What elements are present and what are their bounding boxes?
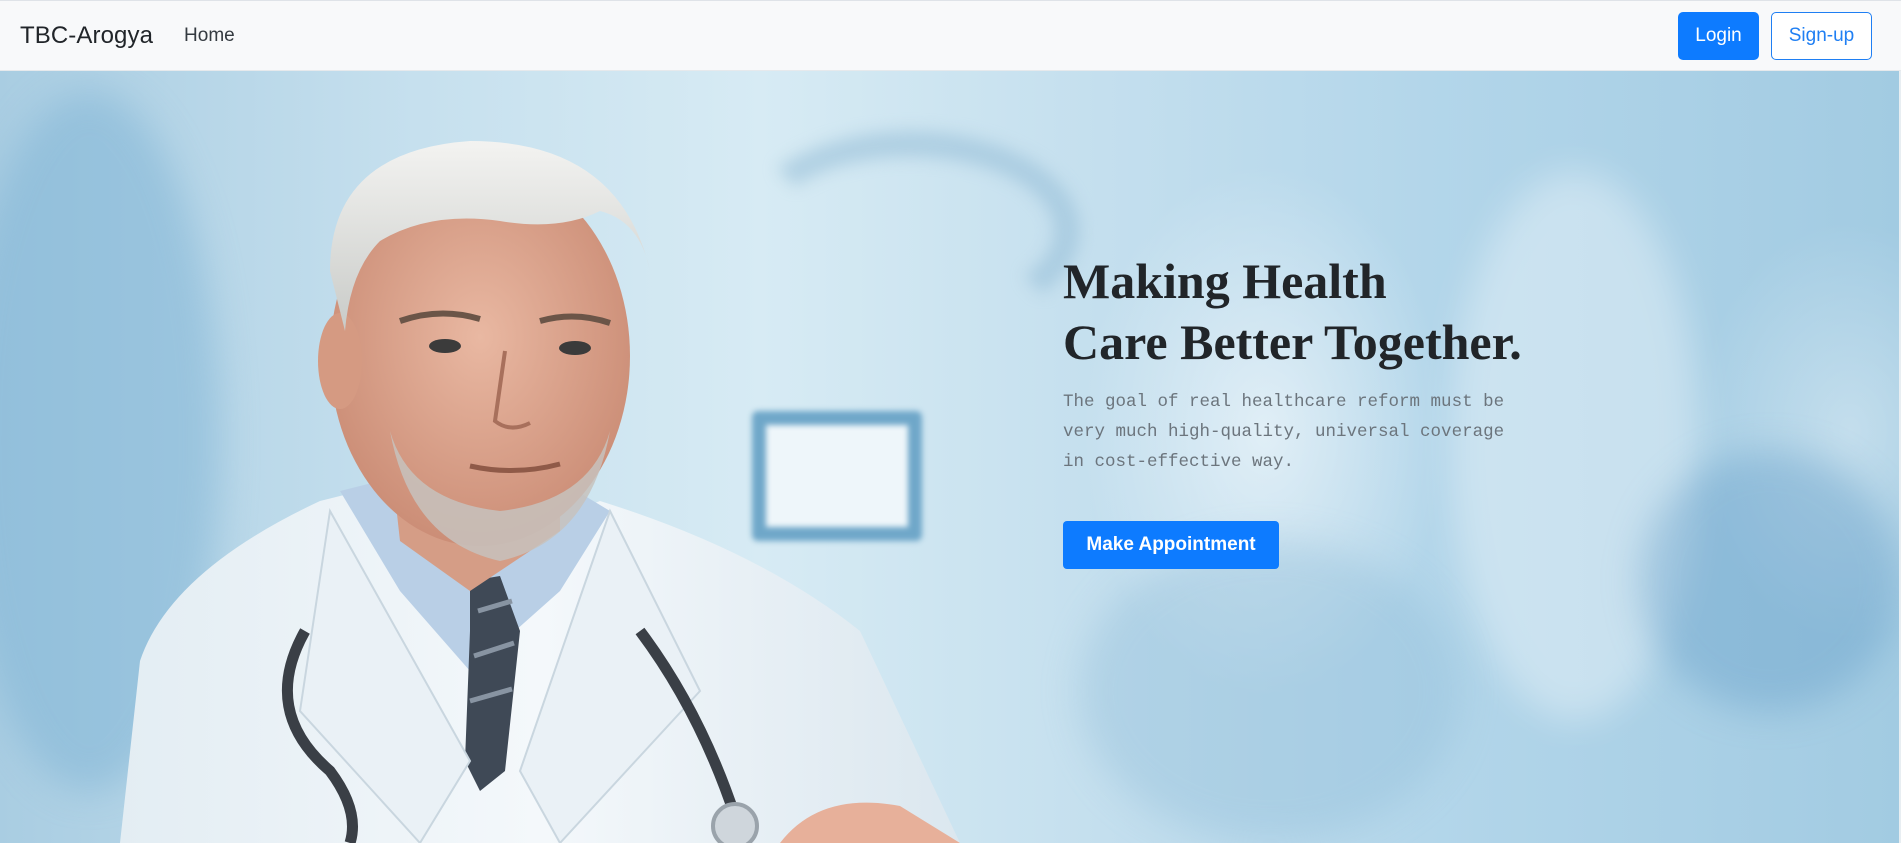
signup-button[interactable]: Sign-up xyxy=(1771,11,1872,60)
brand-logo[interactable]: TBC-Arogya xyxy=(20,22,153,50)
login-button[interactable]: Login xyxy=(1678,11,1759,60)
hero-text-block: Making Health Care Better Together. The … xyxy=(1063,251,1533,477)
top-navbar: TBC-Arogya Home Login Sign-up xyxy=(0,0,1901,71)
hero-description: The goal of real healthcare reform must … xyxy=(1063,392,1505,472)
hero-title-line2: Care Better Together. xyxy=(1063,314,1522,370)
hero-section: Making Health Care Better Together. The … xyxy=(0,71,1901,843)
make-appointment-button[interactable]: Make Appointment xyxy=(1063,521,1279,569)
doctor-image xyxy=(120,141,960,843)
hero-title-line1: Making Health xyxy=(1063,253,1387,309)
nav-link-home[interactable]: Home xyxy=(184,25,235,47)
auth-buttons: Login Sign-up xyxy=(1678,11,1881,60)
hero-title: Making Health Care Better Together. xyxy=(1063,251,1533,373)
